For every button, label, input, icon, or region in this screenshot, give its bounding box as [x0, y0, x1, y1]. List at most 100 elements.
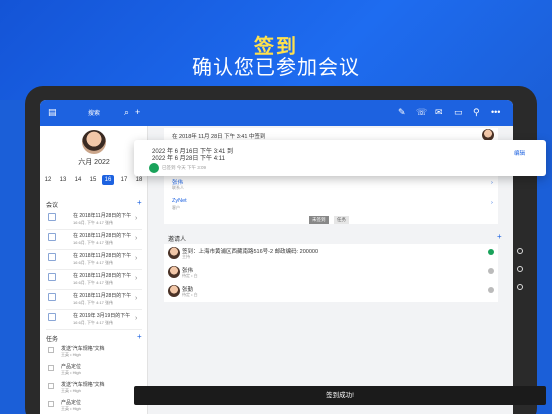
add-icon[interactable]: +	[135, 107, 140, 117]
task-checkbox[interactable]	[48, 383, 54, 389]
meeting-sub: 16 6月, 下午 4:17 张伟	[73, 220, 114, 225]
task-sub: 王英 • High	[61, 352, 81, 357]
task-checkbox[interactable]	[48, 347, 54, 353]
promo-subtitle: 确认您已参加会议	[192, 57, 360, 79]
task-sub: 王英 • High	[61, 370, 81, 375]
add-meeting-icon[interactable]: +	[137, 198, 142, 207]
calendar-icon	[48, 293, 56, 301]
chevron-right-icon: ›	[135, 315, 138, 322]
meeting-item[interactable]: 在 2018年11月28日的下午 16 6月, 下午 4:17 张伟 ›	[46, 290, 142, 310]
meeting-item[interactable]: 在 2018年11月28日的下午 16 6月, 下午 4:17 张伟 ›	[46, 270, 142, 290]
search-label[interactable]: 搜索	[88, 108, 100, 117]
map-icon[interactable]: ▭	[454, 107, 463, 117]
phone-icon[interactable]: ☏	[416, 107, 427, 117]
task-checkbox[interactable]	[48, 365, 54, 371]
pending-status-icon	[488, 268, 494, 274]
sidebar: 六月 2022 12 13 14 15 16 17 18 会议 + 在 2018…	[40, 126, 148, 414]
meeting-item[interactable]: 在 2018年11月28日的下午 16 6月, 下午 4:17 张伟 ›	[46, 250, 142, 270]
calendar-day[interactable]: 17	[118, 177, 130, 183]
meetings-header: 会议	[46, 203, 59, 209]
meeting-title: 在 2018年11月28日的下午	[73, 233, 131, 239]
add-task-icon[interactable]: +	[137, 332, 142, 341]
user-avatar[interactable]	[82, 130, 106, 154]
meeting-item[interactable]: 在 2018年11月28日的下午 16 6月, 下午 4:17 张伟 ›	[46, 210, 142, 230]
calendar-day-selected[interactable]: 16	[102, 175, 114, 185]
task-title: 发送"汽车规格"文档	[61, 382, 105, 388]
task-item[interactable]: 产品定位 王英 • High	[46, 399, 142, 414]
meeting-sub: 16 6月, 下午 4:17 张伟	[73, 280, 114, 285]
meeting-sub: 16 6月, 下午 4:17 张伟	[73, 240, 114, 245]
top-toolbar: ▤ 搜索 ⌕ + ✎ ☏ ✉ ▭ ⚲ •••	[40, 100, 513, 126]
meeting-sub: 16 6月, 下午 4:17 张伟	[73, 320, 114, 325]
chevron-right-icon: ›	[135, 275, 138, 282]
contact-role: 联系人	[172, 185, 184, 190]
checkin-popup: 2022 年 6 月16日 下午 3:41 到 2022 年 6 月28日 下午…	[134, 140, 546, 176]
invitee-avatar	[168, 285, 180, 297]
search-icon[interactable]: ⌕	[124, 107, 129, 117]
invitee-name: 签到：上海市黄浦区西藏南路516号-2 邮政编码: 200000	[182, 249, 319, 255]
invitee-avatar	[168, 266, 180, 278]
calendar-icon	[48, 213, 56, 221]
account-name[interactable]: ZyNet	[172, 198, 187, 204]
meeting-sub: 16 6月, 下午 4:17 张伟	[73, 260, 114, 265]
meeting-title: 在 2018年11月28日的下午	[73, 213, 131, 219]
meeting-item[interactable]: 在 2018年11月28日的下午 16 6月, 下午 4:17 张伟 ›	[46, 230, 142, 250]
calendar-day[interactable]: 12	[42, 177, 54, 183]
calendar-icon	[48, 273, 56, 281]
mail-icon[interactable]: ✉	[435, 107, 443, 117]
task-sub: 王英 • High	[61, 406, 81, 411]
pending-status-icon	[488, 287, 494, 293]
task-item[interactable]: 发送"汽车规格"文档 王英 • High	[46, 345, 142, 363]
invitee-avatar	[168, 247, 180, 259]
meeting-title: 在 2018年11月28日的下午	[73, 293, 131, 299]
meeting-title: 在 2018年11月28日的下午	[73, 273, 131, 279]
tab-not-checked-in[interactable]: 未签到	[309, 216, 329, 224]
checked-in-status-icon	[488, 249, 494, 255]
checkin-status: 已签到 今天 下午 3:09	[162, 165, 207, 170]
tab-tasks[interactable]: 任务	[334, 216, 349, 224]
chevron-right-icon: ›	[135, 215, 138, 222]
task-title: 产品定位	[61, 400, 82, 406]
task-item[interactable]: 发送"汽车规格"文档 王英 • High	[46, 381, 142, 399]
calendar-icon	[48, 233, 56, 241]
chevron-right-icon: ›	[135, 295, 138, 302]
tasks-header: 任务	[46, 337, 59, 343]
meeting-title: 在 2018年 11月 28日 下午 3:41 中签到	[172, 134, 266, 140]
calendar-day[interactable]: 18	[133, 177, 145, 183]
task-item[interactable]: 产品定位 王英 • High	[46, 363, 142, 381]
add-invitee-icon[interactable]: +	[497, 232, 502, 241]
calendar-month[interactable]: 六月 2022	[40, 157, 148, 167]
edit-icon[interactable]: ✎	[398, 107, 406, 117]
chevron-right-icon: ›	[135, 235, 138, 242]
chevron-right-icon[interactable]: ›	[491, 200, 493, 206]
success-toast: 签到成功!	[134, 386, 546, 405]
chevron-right-icon[interactable]: ›	[491, 180, 493, 186]
promo-banner: 签到 确认您已参加会议	[0, 0, 552, 100]
task-checkbox[interactable]	[48, 401, 54, 407]
invitees-list: 签到：上海市黄浦区西藏南路516号-2 邮政编码: 200000 主持 张伟 待…	[164, 244, 498, 302]
layout-icon[interactable]: ▤	[48, 107, 57, 117]
meeting-title: 在 2018年11月28日的下午	[73, 253, 131, 259]
account-role: 客户	[172, 205, 180, 210]
meeting-title: 在 2019年 3月19日的下午	[73, 313, 131, 319]
meeting-item[interactable]: 在 2019年 3月19日的下午 16 6月, 下午 4:17 张伟 ›	[46, 310, 142, 330]
invitee-role: 主持	[182, 254, 190, 259]
invitee-role: 待定 • 白	[182, 292, 198, 297]
calendar-day[interactable]: 13	[57, 177, 69, 183]
chevron-right-icon: ›	[135, 255, 138, 262]
invitees-header: 邀请人	[168, 237, 187, 243]
task-title: 产品定位	[61, 364, 82, 370]
more-icon[interactable]: •••	[491, 107, 500, 117]
task-title: 发送"汽车规格"文档	[61, 346, 105, 352]
calendar-day[interactable]: 15	[87, 177, 99, 183]
calendar-icon	[48, 253, 56, 261]
location-icon[interactable]: ⚲	[473, 107, 480, 117]
meeting-sub: 16 6月, 下午 4:17 张伟	[73, 300, 114, 305]
device-side-controls	[517, 248, 525, 302]
invitee-role: 待定 • 白	[182, 273, 198, 278]
calendar-day[interactable]: 14	[72, 177, 84, 183]
popup-end-time: 2022 年 6 月28日 下午 4:11	[152, 156, 225, 162]
edit-button[interactable]: 编辑	[514, 149, 525, 157]
calendar-icon	[48, 313, 56, 321]
task-sub: 王英 • High	[61, 388, 81, 393]
